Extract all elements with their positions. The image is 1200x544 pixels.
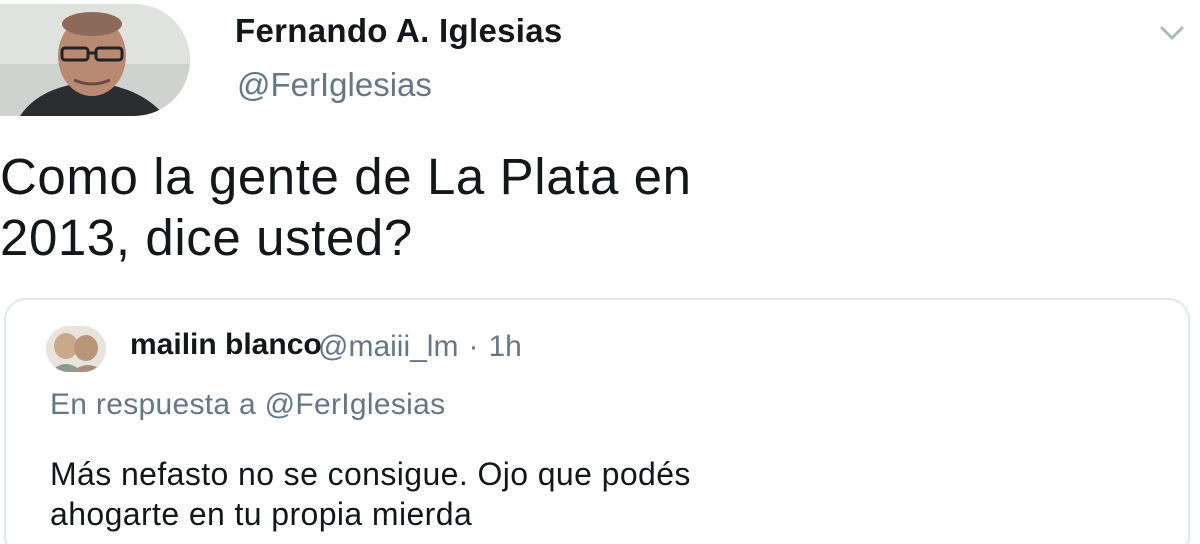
quoted-text-line: ahogarte en tu propia mierda: [50, 496, 473, 532]
quoted-author-avatar: [46, 326, 106, 372]
quoted-author-photo: [46, 326, 106, 372]
quoted-meta: @maiii_lm · 1h: [318, 330, 532, 364]
tweet-text-line: 2013, dice usted?: [0, 209, 413, 266]
quoted-author-name: mailin blanco: [130, 328, 322, 361]
author-avatar[interactable]: [0, 4, 190, 116]
quoted-tweet-card[interactable]: mailin blanco @maiii_lm · 1h En respuesta …: [4, 298, 1190, 544]
chevron-down-icon[interactable]: [1152, 18, 1192, 48]
quoted-timestamp: 1h: [488, 330, 522, 363]
quoted-author-handle: @maiii_lm: [318, 330, 459, 363]
tweet-text-line: Como la gente de La Plata en: [0, 148, 692, 205]
reply-to-label: En respuesta a @FerIglesias: [50, 388, 446, 421]
author-photo: [0, 4, 190, 116]
meta-separator: ·: [468, 330, 479, 363]
quoted-text-line: Más nefasto no se consigue. Ojo que podé…: [50, 456, 691, 492]
author-handle[interactable]: @FerIglesias: [237, 66, 432, 104]
quoted-tweet-text: Más nefasto no se consigue. Ojo que podé…: [50, 454, 691, 534]
tweet: Fernando A. Iglesias @FerIglesias Como l…: [0, 0, 1200, 544]
tweet-text: Como la gente de La Plata en 2013, dice …: [0, 146, 1180, 268]
author-name[interactable]: Fernando A. Iglesias: [235, 12, 563, 50]
